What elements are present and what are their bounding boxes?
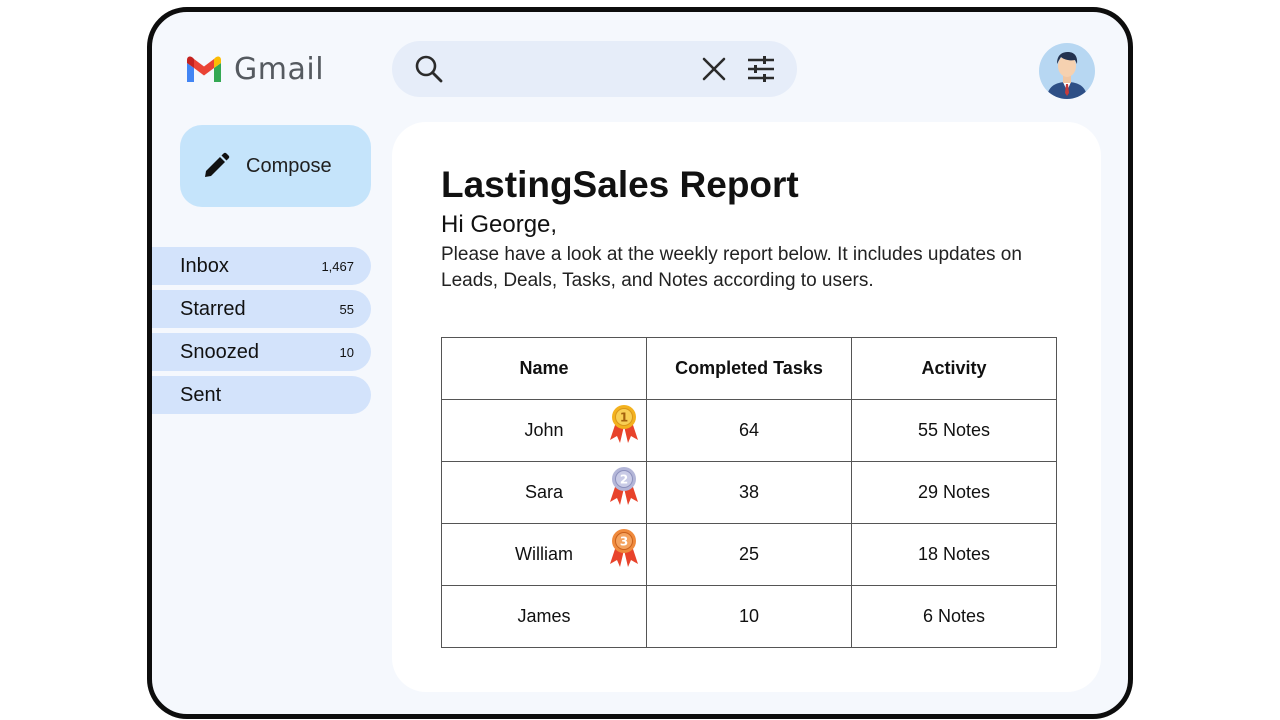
name-cell: William 3 — [441, 523, 647, 586]
completed-tasks-cell: 10 — [646, 585, 852, 648]
column-header-name: Name — [441, 337, 647, 400]
activity-cell: 55 Notes — [851, 399, 1057, 462]
medal-number: 3 — [620, 535, 628, 549]
bronze-medal-icon: 3 — [610, 529, 638, 567]
user-name: John — [524, 420, 564, 440]
medal-number: 1 — [620, 411, 628, 425]
compose-button[interactable]: Compose — [180, 125, 371, 207]
completed-tasks-cell: 25 — [646, 523, 852, 586]
sidebar-item-label: Snoozed — [180, 340, 259, 363]
email-body: Please have a look at the weekly report … — [441, 244, 1022, 291]
user-name: William — [515, 544, 573, 564]
activity-cell: 18 Notes — [851, 523, 1057, 586]
search-options-icon[interactable] — [746, 55, 776, 88]
table-row: John 1 64 55 Notes — [441, 399, 1057, 462]
table-row: William 3 25 18 Notes — [441, 523, 1057, 586]
email-content: LastingSales Report Hi George, Please ha… — [392, 122, 1101, 692]
sidebar-item-label: Starred — [180, 297, 246, 320]
report-table: Name Completed Tasks Activity John 1 64 … — [441, 337, 1057, 648]
medal-number: 2 — [620, 473, 628, 487]
activity-cell: 6 Notes — [851, 585, 1057, 648]
user-name: James — [517, 606, 571, 626]
column-header-completed-tasks: Completed Tasks — [646, 337, 852, 400]
gmail-wordmark: Gmail — [234, 52, 325, 87]
table-header-row: Name Completed Tasks Activity — [441, 337, 1057, 400]
gmail-m-icon — [187, 56, 221, 82]
table-row: James 10 6 Notes — [441, 585, 1057, 648]
sidebar-item-count: 10 — [339, 344, 354, 360]
gmail-logo[interactable]: Gmail — [185, 52, 324, 87]
gold-medal-icon: 1 — [610, 405, 638, 443]
email-title: LastingSales Report — [441, 164, 799, 205]
sidebar-item-count: 55 — [339, 301, 354, 317]
search-bar[interactable] — [392, 41, 797, 97]
name-cell: John 1 — [441, 399, 647, 462]
pencil-icon — [205, 152, 230, 177]
user-avatar[interactable] — [1039, 43, 1095, 99]
email-greeting: Hi George, — [441, 211, 558, 238]
silver-medal-icon: 2 — [610, 467, 638, 505]
sidebar-item-inbox[interactable]: Inbox 1,467 — [152, 247, 371, 285]
sidebar-item-label: Sent — [180, 383, 222, 406]
completed-tasks-cell: 64 — [646, 399, 852, 462]
app-window: Gmail Compose Inbox 1,467 Starred 55 Sno… — [147, 7, 1133, 719]
name-cell: James — [441, 585, 647, 648]
sidebar-item-label: Inbox — [180, 254, 229, 277]
sidebar-item-count: 1,467 — [321, 258, 354, 274]
user-name: Sara — [524, 482, 564, 502]
name-cell: Sara 2 — [441, 461, 647, 524]
sidebar-item-snoozed[interactable]: Snoozed 10 — [152, 333, 371, 371]
compose-label: Compose — [246, 154, 332, 177]
activity-cell: 29 Notes — [851, 461, 1057, 524]
search-icon[interactable] — [414, 54, 444, 89]
completed-tasks-cell: 38 — [646, 461, 852, 524]
column-header-activity: Activity — [851, 337, 1057, 400]
sidebar-item-starred[interactable]: Starred 55 — [152, 290, 371, 328]
sidebar-item-sent[interactable]: Sent — [152, 376, 371, 414]
clear-search-icon[interactable] — [701, 56, 727, 87]
table-row: Sara 2 38 29 Notes — [441, 461, 1057, 524]
